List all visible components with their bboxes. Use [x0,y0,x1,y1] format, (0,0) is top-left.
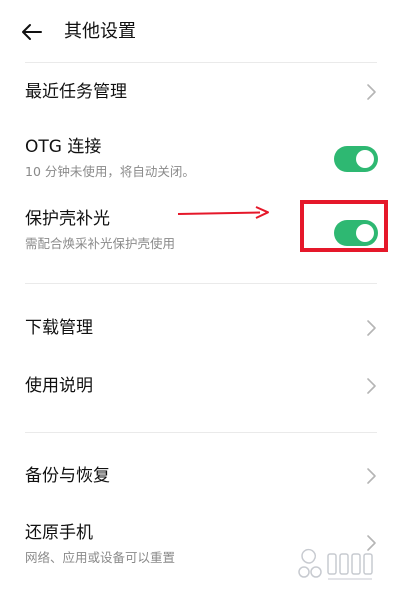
setting-subtitle: 网络、应用或设备可以重置 [25,550,176,565]
setting-label: 使用说明 [25,376,93,396]
setting-subtitle: 10 分钟未使用，将自动关闭。 [25,164,195,179]
chevron-right-icon [367,84,376,100]
divider [25,432,377,433]
back-arrow-icon [22,24,42,40]
setting-label: 备份与恢复 [25,466,110,486]
page-title: 其他设置 [64,21,136,42]
setting-backup[interactable]: 备份与恢复 [0,450,402,502]
chevron-right-icon [367,320,376,336]
setting-otg: OTG 连接 10 分钟未使用，将自动关闭。 [0,124,402,190]
setting-download[interactable]: 下载管理 [0,302,402,354]
setting-label: 保护壳补光 [25,209,110,229]
toggle-knob [356,150,374,168]
otg-toggle[interactable] [334,146,378,172]
divider [25,283,377,284]
setting-usage[interactable]: 使用说明 [0,360,402,412]
back-button[interactable] [20,20,44,44]
watermark-logo-icon [298,548,373,580]
chevron-right-icon [367,378,376,394]
divider [25,62,377,63]
setting-subtitle: 需配合焕采补光保护壳使用 [25,236,176,251]
annotation-arrow-icon [177,206,269,219]
setting-label: 还原手机 [25,523,93,543]
top-bar: 其他设置 [0,0,402,64]
setting-label: 下载管理 [25,318,93,338]
chevron-right-icon [367,468,376,484]
setting-label: OTG 连接 [25,137,102,157]
annotation-highlight-box [300,200,388,252]
setting-label: 最近任务管理 [25,82,127,102]
setting-recent-tasks[interactable]: 最近任务管理 [0,66,402,118]
